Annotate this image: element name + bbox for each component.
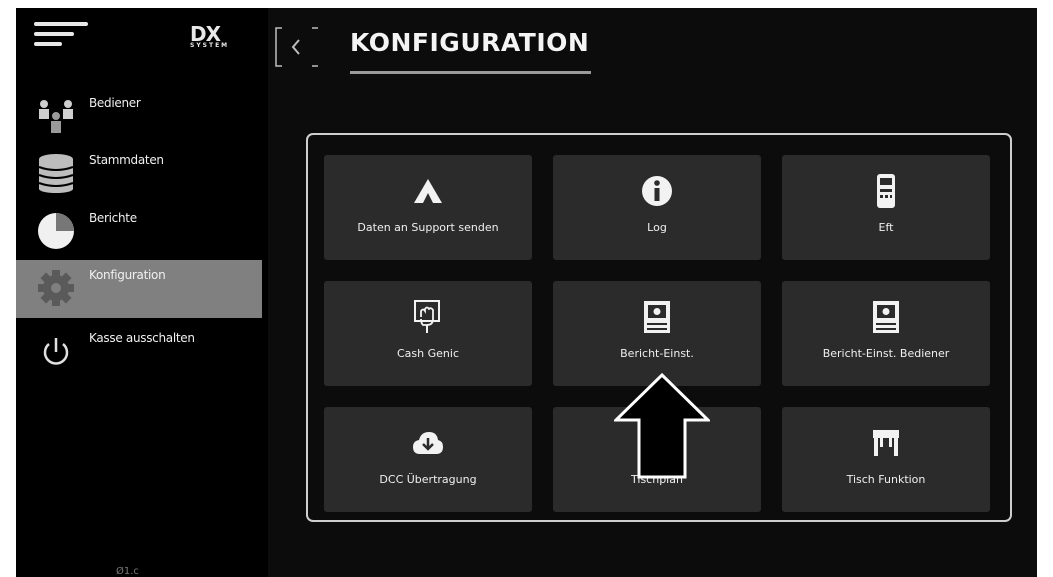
tile-log[interactable]: Log [553,155,761,260]
gear-icon [38,270,74,306]
cash-machine-icon [414,300,440,333]
sidebar-item-label: Stammdaten [89,153,164,167]
brand-logo: DX SYSTEM [190,22,250,52]
tile-tisch-funktion[interactable]: Tisch Funktion [782,407,990,512]
info-icon [642,176,672,206]
app-screen: DX SYSTEM Bediener Stammdaten Berichte K… [16,8,1037,577]
sidebar-item-kasse-ausschalten[interactable]: Kasse ausschalten [16,323,262,379]
sidebar-item-label: Bediener [89,96,141,110]
tile-label: Tisch Funktion [846,473,926,486]
tile-daten-an-support-senden[interactable]: Daten an Support senden [324,155,532,260]
tile-cash-genic[interactable]: Cash Genic [324,281,532,386]
menu-icon[interactable] [34,20,90,48]
tile-label: Bericht-Einst. Bediener [822,347,950,360]
title-underline [350,71,591,74]
tile-eft[interactable]: Eft [782,155,990,260]
pointer-arrow [614,373,710,479]
tile-bericht-einst-bediener[interactable]: Bericht-Einst. Bediener [782,281,990,386]
sidebar-item-label: Kasse ausschalten [89,331,195,345]
card-terminal-icon [877,174,895,208]
page-title: KONFIGURATION [350,28,590,57]
tile-label: Cash Genic [397,347,459,360]
sidebar-item-konfiguration[interactable]: Konfiguration [16,260,262,318]
tile-dcc-uebertragung[interactable]: DCC Übertragung [324,407,532,512]
footer-text: Ø1.c [116,566,139,577]
tile-label: Eft [878,221,894,234]
sidebar-item-berichte[interactable]: Berichte [16,203,262,259]
report-settings-icon [644,301,670,333]
sidebar-item-label: Berichte [89,211,137,225]
database-icon [38,154,74,193]
sidebar-item-stammdaten[interactable]: Stammdaten [16,145,262,201]
sidebar-item-label: Konfiguration [89,268,166,282]
support-a-icon [414,179,442,203]
tile-label: DCC Übertragung [379,473,477,486]
sidebar: DX SYSTEM Bediener Stammdaten Berichte K… [16,8,268,577]
users-icon [39,100,73,133]
sidebar-item-bediener[interactable]: Bediener [16,88,262,144]
tile-label: Log [647,221,667,234]
pie-chart-icon [38,213,74,249]
logo-subtext: SYSTEM [190,42,230,49]
cloud-download-icon [413,432,443,454]
report-settings-icon [873,301,899,333]
tile-label: Bericht-Einst. [620,347,694,360]
table-icon [873,430,899,456]
tile-label: Daten an Support senden [357,221,499,234]
back-button[interactable] [274,26,320,68]
tile-bericht-einst[interactable]: Bericht-Einst. [553,281,761,386]
header: KONFIGURATION [268,8,1037,88]
power-icon [43,338,69,365]
